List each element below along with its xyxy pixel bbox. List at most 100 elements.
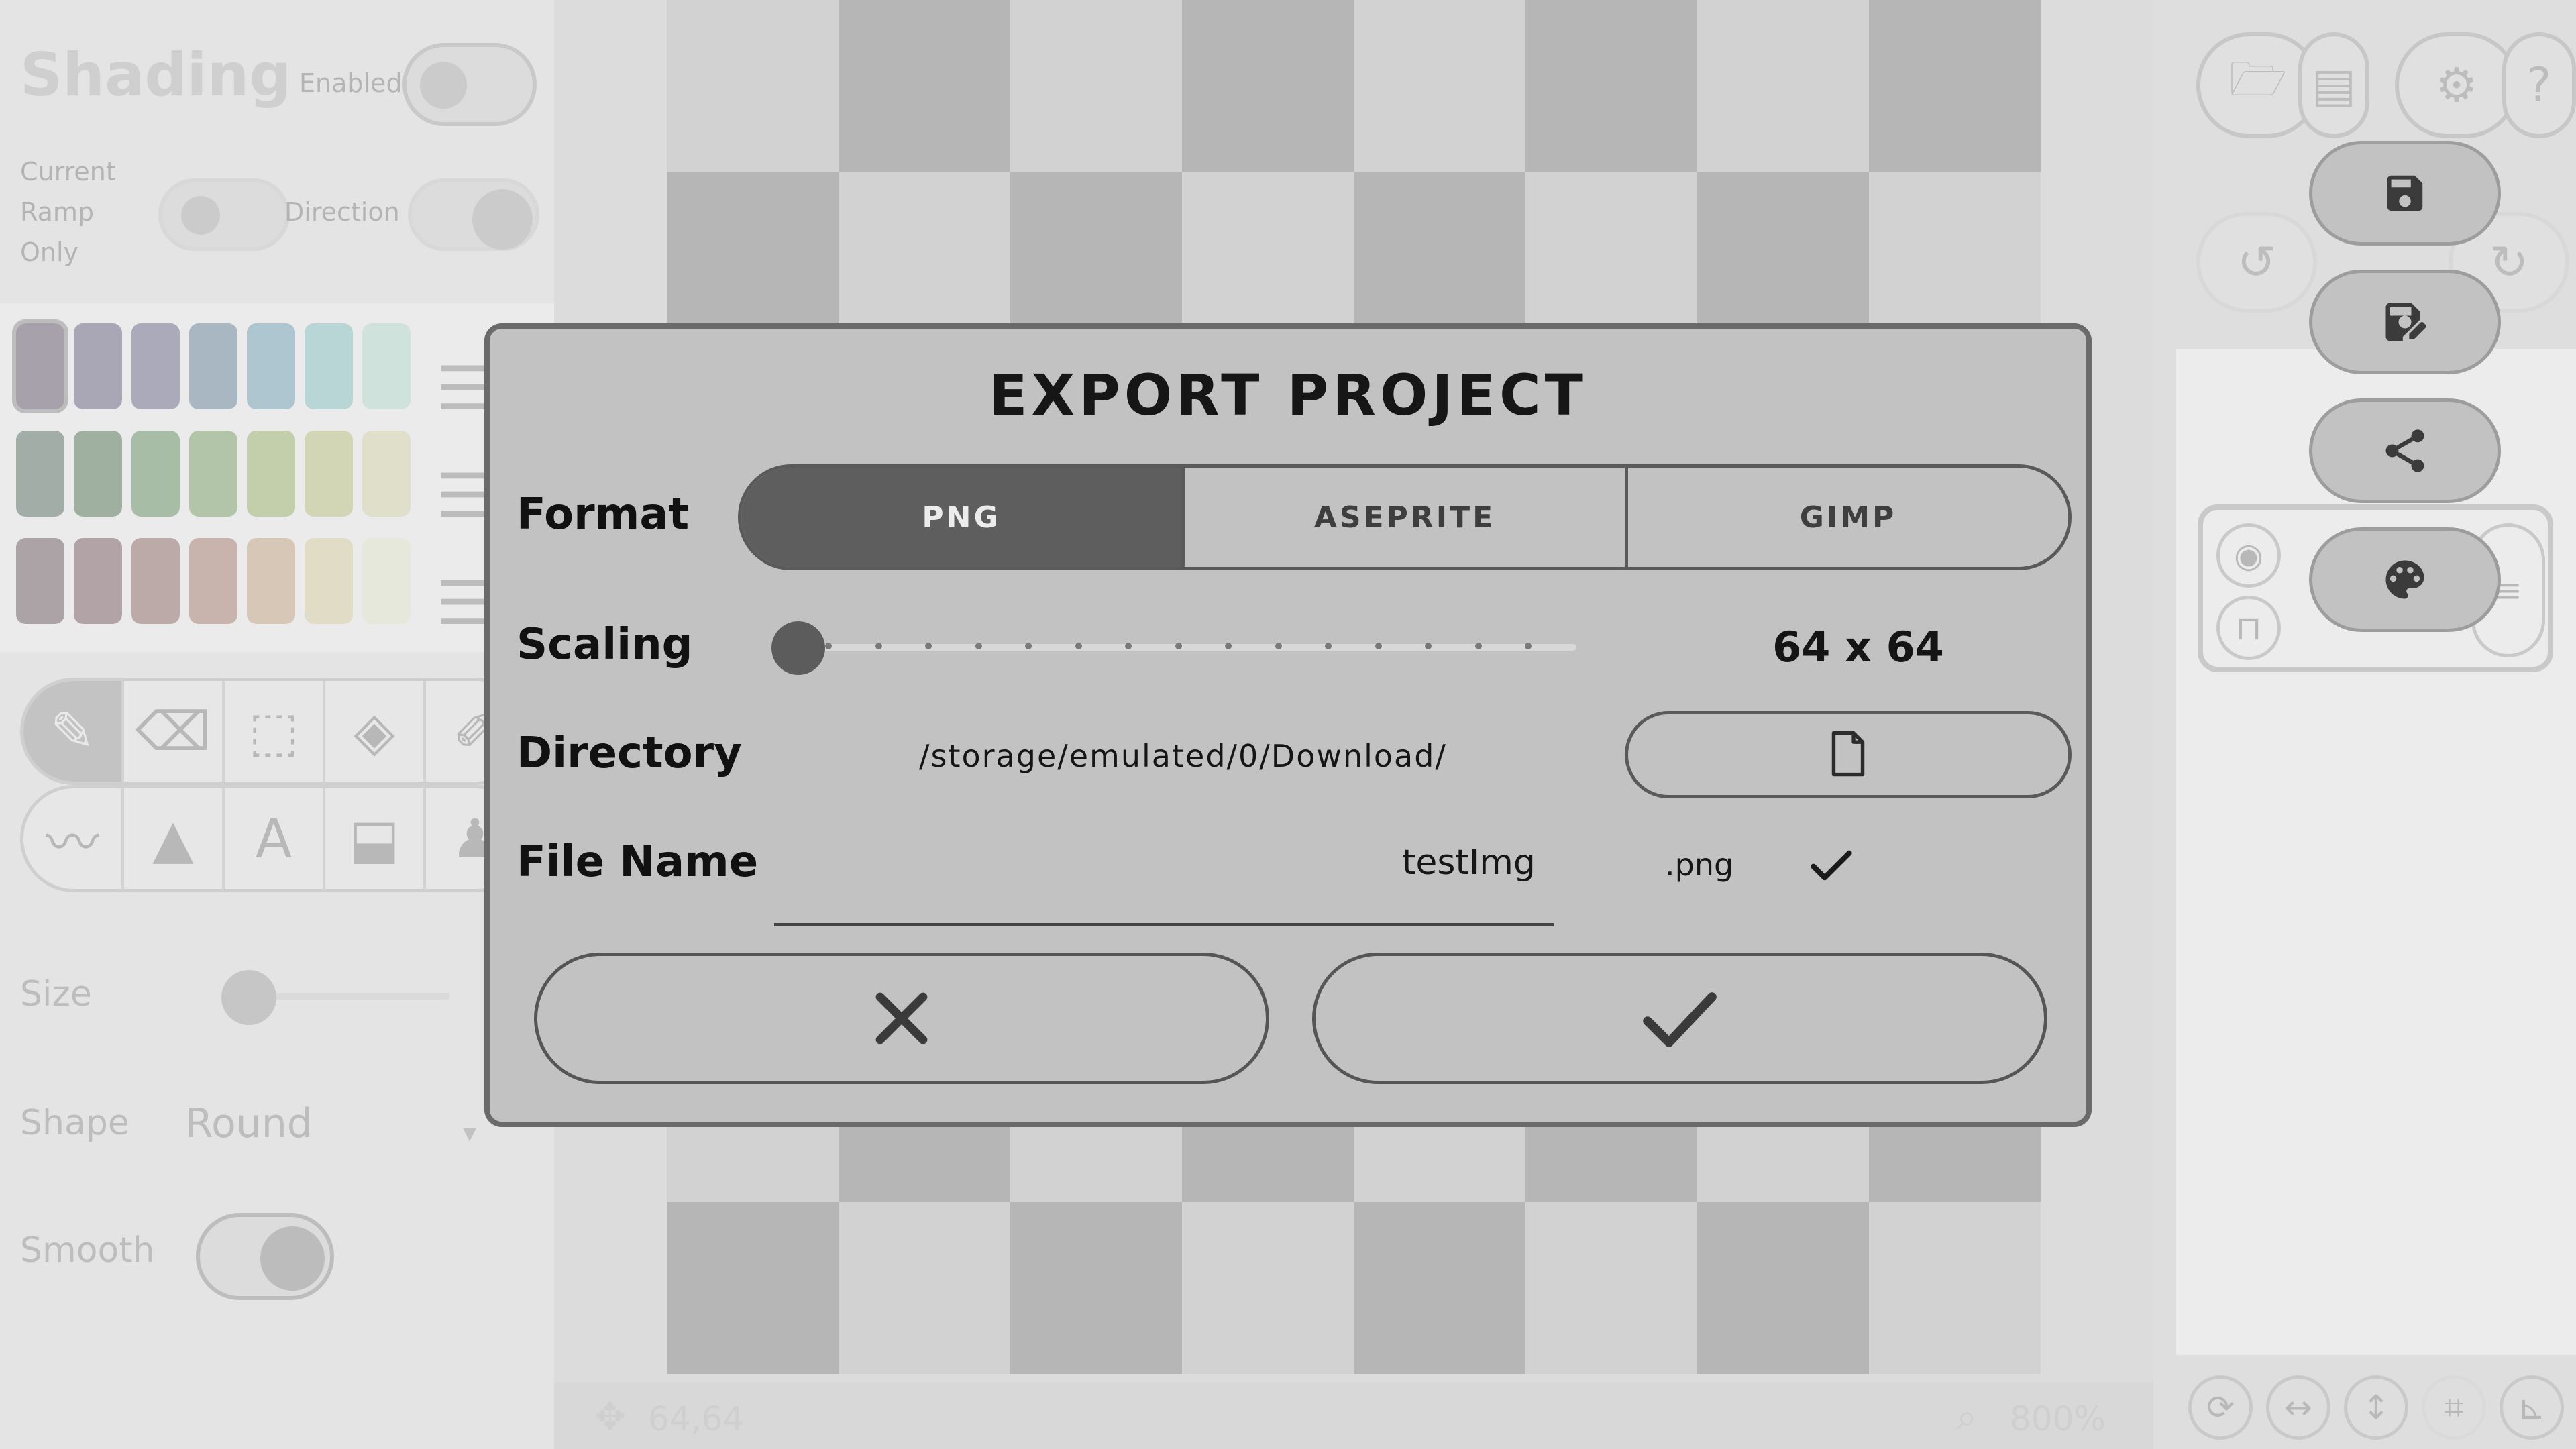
scaling-slider-thumb[interactable] [771, 621, 825, 675]
check-icon [1643, 992, 1717, 1047]
current-ramp-label: Current Ramp Only [20, 157, 116, 267]
size-slider-thumb[interactable] [221, 970, 276, 1025]
smooth-label: Smooth [20, 1230, 155, 1271]
file-name-input[interactable]: testImg [1402, 843, 1536, 883]
slider-tick [925, 643, 932, 649]
palette-swatch[interactable] [16, 431, 64, 517]
slider-tick [1075, 643, 1082, 649]
chevron-down-icon: ▾ [463, 1118, 477, 1148]
save-as-fab[interactable] [2309, 270, 2501, 374]
palette-swatch[interactable] [189, 323, 237, 409]
eraser-icon[interactable]: ⌫ [124, 681, 225, 782]
check-icon[interactable] [1805, 839, 1858, 892]
crop-icon[interactable]: ⌗ [2422, 1375, 2486, 1440]
palette-swatch[interactable] [131, 538, 180, 624]
cancel-button[interactable] [534, 953, 1269, 1084]
ruler-icon[interactable]: ⊾ [2500, 1375, 2564, 1440]
current-ramp-toggle[interactable] [158, 178, 290, 251]
palette-swatch[interactable] [247, 538, 295, 624]
scaling-slider[interactable] [798, 643, 1576, 651]
tool-row-secondary: 〰 ▲ A ⬓ ♟ [20, 785, 530, 892]
file-name-underline [774, 923, 1554, 926]
direction-label: Direction [284, 197, 400, 227]
zoom-icon: ⌕ [1956, 1395, 1978, 1439]
rotate-icon[interactable]: ⟳ [2188, 1375, 2253, 1440]
smooth-toggle[interactable] [196, 1213, 334, 1300]
slider-tick [1225, 643, 1232, 649]
shapes-icon[interactable]: ▲ [124, 788, 225, 889]
scaling-label: Scaling [517, 620, 693, 669]
text-icon[interactable]: A [225, 788, 325, 889]
eye-icon[interactable]: ◉ [2216, 523, 2281, 588]
palette-swatch[interactable] [131, 431, 180, 517]
save-icon[interactable]: ▤ [2298, 32, 2369, 138]
cursor-position: 64,64 [648, 1399, 745, 1438]
direction-toggle[interactable] [408, 178, 539, 251]
palette-swatch[interactable] [74, 431, 122, 517]
palette-swatch[interactable] [305, 431, 353, 517]
directory-path: /storage/emulated/0/Download/ [919, 738, 1447, 774]
confirm-button[interactable] [1312, 953, 2047, 1084]
palette-settings-icon[interactable]: ☰ ☰ ☰ [436, 335, 490, 639]
flip-horizontal-icon[interactable]: ↔ [2266, 1375, 2330, 1440]
format-option-png[interactable]: PNG [741, 468, 1185, 567]
file-icon [1831, 731, 1865, 777]
palette-icon [2385, 560, 2424, 599]
palette-swatch[interactable] [247, 431, 295, 517]
select-icon[interactable]: ⬚ [225, 681, 325, 782]
pencil-icon[interactable]: ✎ [23, 681, 124, 782]
palette-swatch[interactable] [74, 323, 122, 409]
shading-icon[interactable]: 〰 [23, 788, 124, 889]
tool-row-primary: ✎ ⌫ ⬚ ◈ ✐ [20, 678, 530, 785]
palette-swatch[interactable] [189, 431, 237, 517]
status-bar: ✥ 64,64 ⌕ 800% [554, 1382, 2153, 1449]
palette-fab[interactable] [2309, 527, 2501, 632]
export-dialog: EXPORT PROJECT Format PNG ASEPRITE GIMP … [484, 323, 2092, 1127]
palette-swatch[interactable] [247, 323, 295, 409]
palette-swatch[interactable] [362, 431, 411, 517]
save-fab[interactable] [2309, 141, 2501, 246]
slider-tick [1375, 643, 1382, 649]
palette-swatch[interactable] [131, 323, 180, 409]
color-replace-icon[interactable]: ⬓ [325, 788, 426, 889]
share-fab[interactable] [2309, 398, 2501, 503]
palette-swatch[interactable] [189, 538, 237, 624]
tool-options-panel: Shading Enabled Current Ramp Only Direct… [0, 0, 554, 1449]
gear-icon[interactable]: ⚙ [2395, 32, 2518, 138]
scaling-value: 64 x 64 [1772, 623, 1944, 672]
undo-icon[interactable]: ↺ [2196, 212, 2317, 313]
size-label: Size [20, 974, 92, 1014]
close-icon [875, 992, 928, 1044]
choose-directory-button[interactable] [1625, 711, 2072, 798]
slider-tick [1425, 643, 1432, 649]
slider-tick [1525, 643, 1532, 649]
format-option-gimp[interactable]: GIMP [1628, 468, 2068, 567]
shape-label: Shape [20, 1103, 129, 1143]
palette-swatch[interactable] [362, 538, 411, 624]
palette-swatch[interactable] [305, 323, 353, 409]
flip-vertical-icon[interactable]: ↕ [2344, 1375, 2408, 1440]
share-icon [2385, 429, 2424, 472]
panel-title: Shading [20, 40, 292, 109]
fill-icon[interactable]: ◈ [325, 681, 426, 782]
save-icon [2387, 175, 2423, 211]
lock-icon[interactable]: ⊓ [2216, 596, 2281, 660]
slider-tick [1474, 643, 1482, 649]
size-slider[interactable] [248, 993, 449, 1000]
format-option-aseprite[interactable]: ASEPRITE [1185, 468, 1628, 567]
file-extension: .png [1665, 847, 1734, 883]
zoom-level: 800% [2010, 1399, 2106, 1438]
file-name-label: File Name [517, 837, 759, 887]
shape-dropdown[interactable]: Round [185, 1100, 313, 1147]
slider-tick [825, 643, 832, 649]
palette-swatch[interactable] [12, 319, 68, 413]
palette-swatch[interactable] [16, 538, 64, 624]
palette-swatch[interactable] [74, 538, 122, 624]
palette-swatch[interactable] [362, 323, 411, 409]
enabled-toggle[interactable] [402, 43, 537, 126]
slider-tick [875, 643, 882, 649]
slider-tick [1175, 643, 1182, 649]
palette-swatch[interactable] [305, 538, 353, 624]
help-icon[interactable]: ? [2502, 32, 2576, 138]
slider-tick [975, 643, 982, 649]
